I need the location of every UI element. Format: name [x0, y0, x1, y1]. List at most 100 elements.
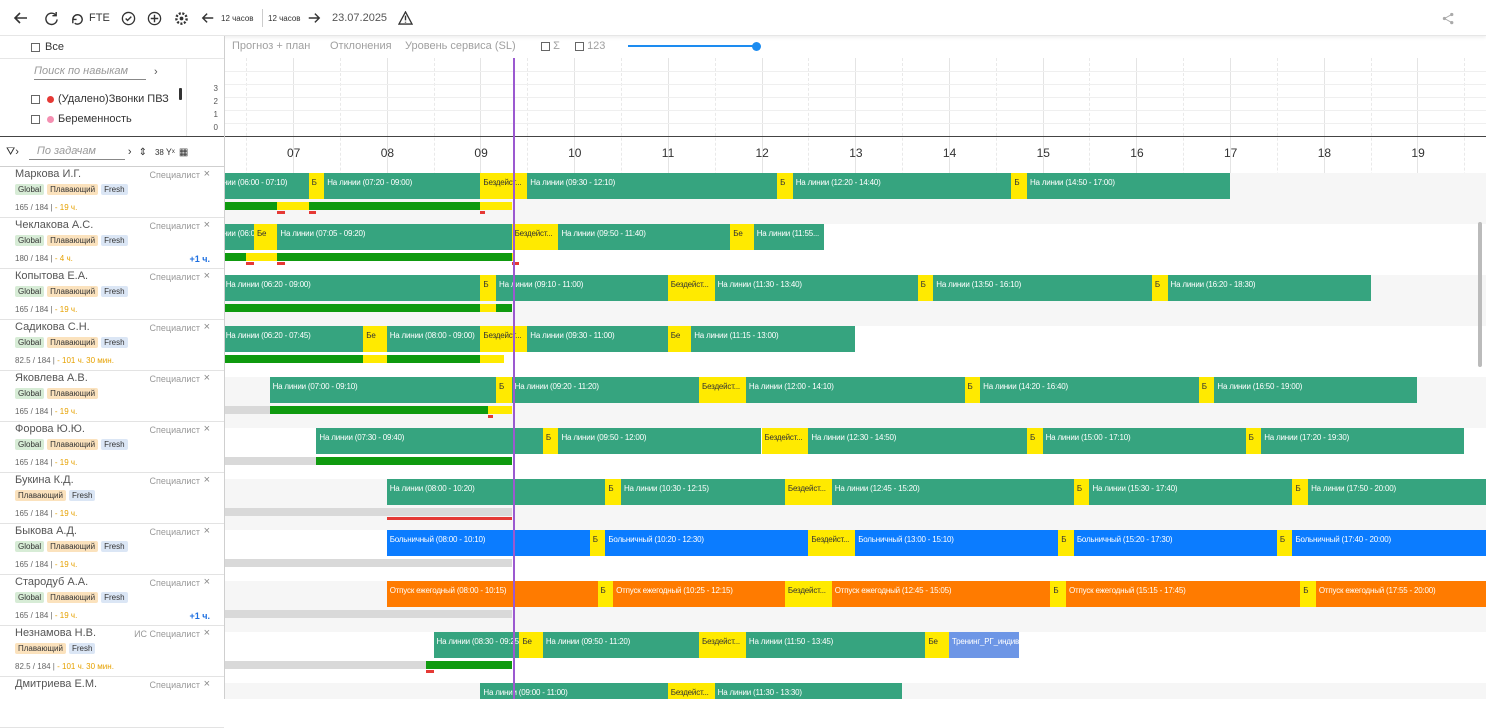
shift-segment[interactable]: Б	[1050, 581, 1067, 607]
sort-icon[interactable]: ⇕	[139, 147, 147, 158]
shift-segment[interactable]: На линии (07:00 - 09:10)	[269, 377, 496, 403]
skill-checkbox[interactable]	[31, 94, 40, 104]
shift-segment[interactable]: На линии (12:45 - 15:20)	[831, 479, 1074, 505]
shift-segment[interactable]: На линии (12:20 - 14:40)	[792, 173, 1012, 199]
zoom-slider-track[interactable]	[628, 45, 756, 47]
skill-item[interactable]: (Удалено)Звонки ПВЗ	[0, 91, 224, 107]
shift-segment[interactable]: Бездейст...	[699, 377, 746, 403]
shift-segment[interactable]: На линии (09:50 - 12:00)	[558, 428, 762, 454]
shift-segment[interactable]: Б	[1073, 479, 1090, 505]
shift-segment[interactable]: Б	[1292, 479, 1309, 505]
shift-segment[interactable]: На линии (12:30 - 14:50)	[808, 428, 1027, 454]
date-picker[interactable]: 23.07.2025	[332, 9, 387, 27]
employee-card[interactable]: Букина К.Д. Специалист × Плавающий Fresh 165 …	[0, 473, 224, 524]
shift-segment[interactable]: Бездейст...	[480, 326, 528, 352]
shift-segment[interactable]: Бездейст...	[511, 224, 559, 250]
shift-segment[interactable]: На линии (16:20 - 18:30)	[1167, 275, 1371, 301]
shift-segment[interactable]: На линии (11:15 - 13:00)	[691, 326, 856, 352]
shift-segment[interactable]: На линии (09:20 - 11:20)	[511, 377, 700, 403]
select-all-checkbox[interactable]	[31, 42, 40, 52]
shift-segment[interactable]: Больничный (10:20 - 12:30)	[605, 530, 809, 556]
filter-icon[interactable]: ⛛›	[6, 146, 19, 159]
refresh-icon[interactable]	[44, 9, 59, 27]
shift-segment[interactable]: Бездейст...	[667, 275, 715, 301]
shift-segment[interactable]: На линии (11:50 - 13:45)	[745, 632, 926, 658]
shift-segment[interactable]: Отпуск ежегодный (10:25 - 12:15)	[613, 581, 785, 607]
shift-segment[interactable]: Б	[917, 275, 934, 301]
sigma-toggle[interactable]: Σ	[541, 40, 560, 52]
warning-icon[interactable]	[398, 9, 413, 27]
clear-filter-icon[interactable]: Yˣ	[166, 147, 175, 157]
shift-back-button[interactable]: 12 часов	[201, 9, 254, 27]
sigma-checkbox[interactable]	[541, 41, 550, 51]
employee-card[interactable]: Копытова Е.А. Специалист × Global Плавающий F…	[0, 269, 224, 320]
employee-card[interactable]: Дмитриева Е.М. Специалист ×	[0, 677, 224, 728]
shift-segment[interactable]: Бездейст...	[784, 479, 832, 505]
shift-segment[interactable]: Б	[964, 377, 981, 403]
shift-segment[interactable]: На линии (11:30 - 13:40)	[714, 275, 918, 301]
remove-icon[interactable]: ×	[204, 627, 210, 639]
shift-segment[interactable]: Бездейст...	[761, 428, 809, 454]
shift-segment[interactable]: На линии (11:30 - 13:30)	[714, 683, 903, 699]
shift-segment[interactable]: На линии (07:30 - 09:40)	[316, 428, 543, 454]
shift-segment[interactable]: На линии (09:00 - 11:00)	[480, 683, 668, 699]
remove-icon[interactable]: ×	[204, 270, 210, 282]
shift-segment[interactable]: Больничный (17:40 - 20:00)	[1292, 530, 1486, 556]
shift-segment[interactable]: На линии (17:20 - 19:30)	[1261, 428, 1465, 454]
remove-icon[interactable]: ×	[204, 321, 210, 333]
shift-segment[interactable]: Б	[597, 581, 614, 607]
remove-icon[interactable]: ×	[204, 219, 210, 231]
back-arrow-icon[interactable]	[13, 9, 29, 27]
settings-icon[interactable]	[174, 9, 189, 27]
shift-segment[interactable]: Бе	[519, 632, 543, 658]
remove-icon[interactable]: ×	[204, 168, 210, 180]
shift-segment[interactable]: На линии (09:30 - 12:10)	[527, 173, 778, 199]
shift-segment[interactable]: Бездейст...	[667, 683, 715, 699]
select-all-row[interactable]: Все	[0, 38, 224, 56]
vertical-scrollbar[interactable]	[1478, 222, 1482, 367]
shift-segment[interactable]: Б	[1058, 530, 1074, 556]
shift-segment[interactable]: Б	[1151, 275, 1168, 301]
shift-segment[interactable]: Больничный (08:00 - 10:10)	[386, 530, 590, 556]
shift-segment[interactable]: На линии (09:50 - 11:20)	[542, 632, 700, 658]
shift-segment[interactable]: На линии (08:00 - 10:20)	[386, 479, 606, 505]
check-circle-icon[interactable]	[121, 9, 136, 27]
remove-icon[interactable]: ×	[204, 474, 210, 486]
skill-checkbox[interactable]	[31, 114, 40, 124]
shift-segment[interactable]: На линии (15:30 - 17:40)	[1089, 479, 1293, 505]
shift-segment[interactable]: На линии (11:55...	[753, 224, 824, 250]
shift-segment[interactable]: Отпуск ежегодный (17:55 - 20:00)	[1315, 581, 1486, 607]
calendar-icon[interactable]: ▦	[179, 147, 188, 158]
chevron-right-icon[interactable]: ›	[128, 146, 132, 158]
shift-forward-button[interactable]: 12 часов	[262, 9, 321, 27]
numbers-toggle[interactable]: 123	[575, 40, 605, 52]
share-icon[interactable]	[1442, 9, 1455, 27]
remove-icon[interactable]: ×	[204, 678, 210, 690]
shift-segment[interactable]: На линии (06:00 - 07:10)	[225, 173, 309, 199]
shift-segment[interactable]: Б	[605, 479, 621, 505]
shift-segment[interactable]: Бе	[667, 326, 692, 352]
shift-segment[interactable]: На линии (17:50 - 20:00)	[1308, 479, 1486, 505]
shift-segment[interactable]: На линии (06:20 - 07:45)	[225, 326, 364, 352]
employee-card[interactable]: Чеклакова А.С. Специалист × Global Плавающий…	[0, 218, 224, 269]
shift-segment[interactable]: Б	[1300, 581, 1316, 607]
chevron-right-icon[interactable]: ›	[154, 66, 158, 78]
remove-icon[interactable]: ×	[204, 423, 210, 435]
shift-segment[interactable]: На линии (14:20 - 16:40)	[980, 377, 1199, 403]
shift-segment[interactable]: Больничный (15:20 - 17:30)	[1073, 530, 1277, 556]
shift-segment[interactable]: На линии (07:05 - 09:20)	[277, 224, 512, 250]
shift-segment[interactable]: Бездейст...	[808, 530, 856, 556]
shift-segment[interactable]: Бездейст...	[784, 581, 832, 607]
shift-segment[interactable]: Б	[480, 275, 496, 301]
skills-scrollbar[interactable]	[179, 88, 182, 100]
shift-segment[interactable]: На линии (06:20 - 09:00)	[225, 275, 481, 301]
shift-segment[interactable]: Тренинг_РГ_индивиду...	[948, 632, 1020, 658]
employee-card[interactable]: Маркова И.Г. Специалист × Global Плавающий Fr…	[0, 167, 224, 218]
shift-segment[interactable]: Б	[542, 428, 559, 454]
shift-segment[interactable]: На линии (16:50 - 19:00)	[1214, 377, 1418, 403]
shift-segment[interactable]: Бе	[730, 224, 754, 250]
tab-forecast-plan[interactable]: Прогноз + план	[232, 40, 310, 52]
shift-segment[interactable]: На линии (13:50 - 16:10)	[933, 275, 1152, 301]
shift-segment[interactable]: Б	[1026, 428, 1043, 454]
shift-segment[interactable]: Отпуск ежегодный (15:15 - 17:45)	[1066, 581, 1301, 607]
